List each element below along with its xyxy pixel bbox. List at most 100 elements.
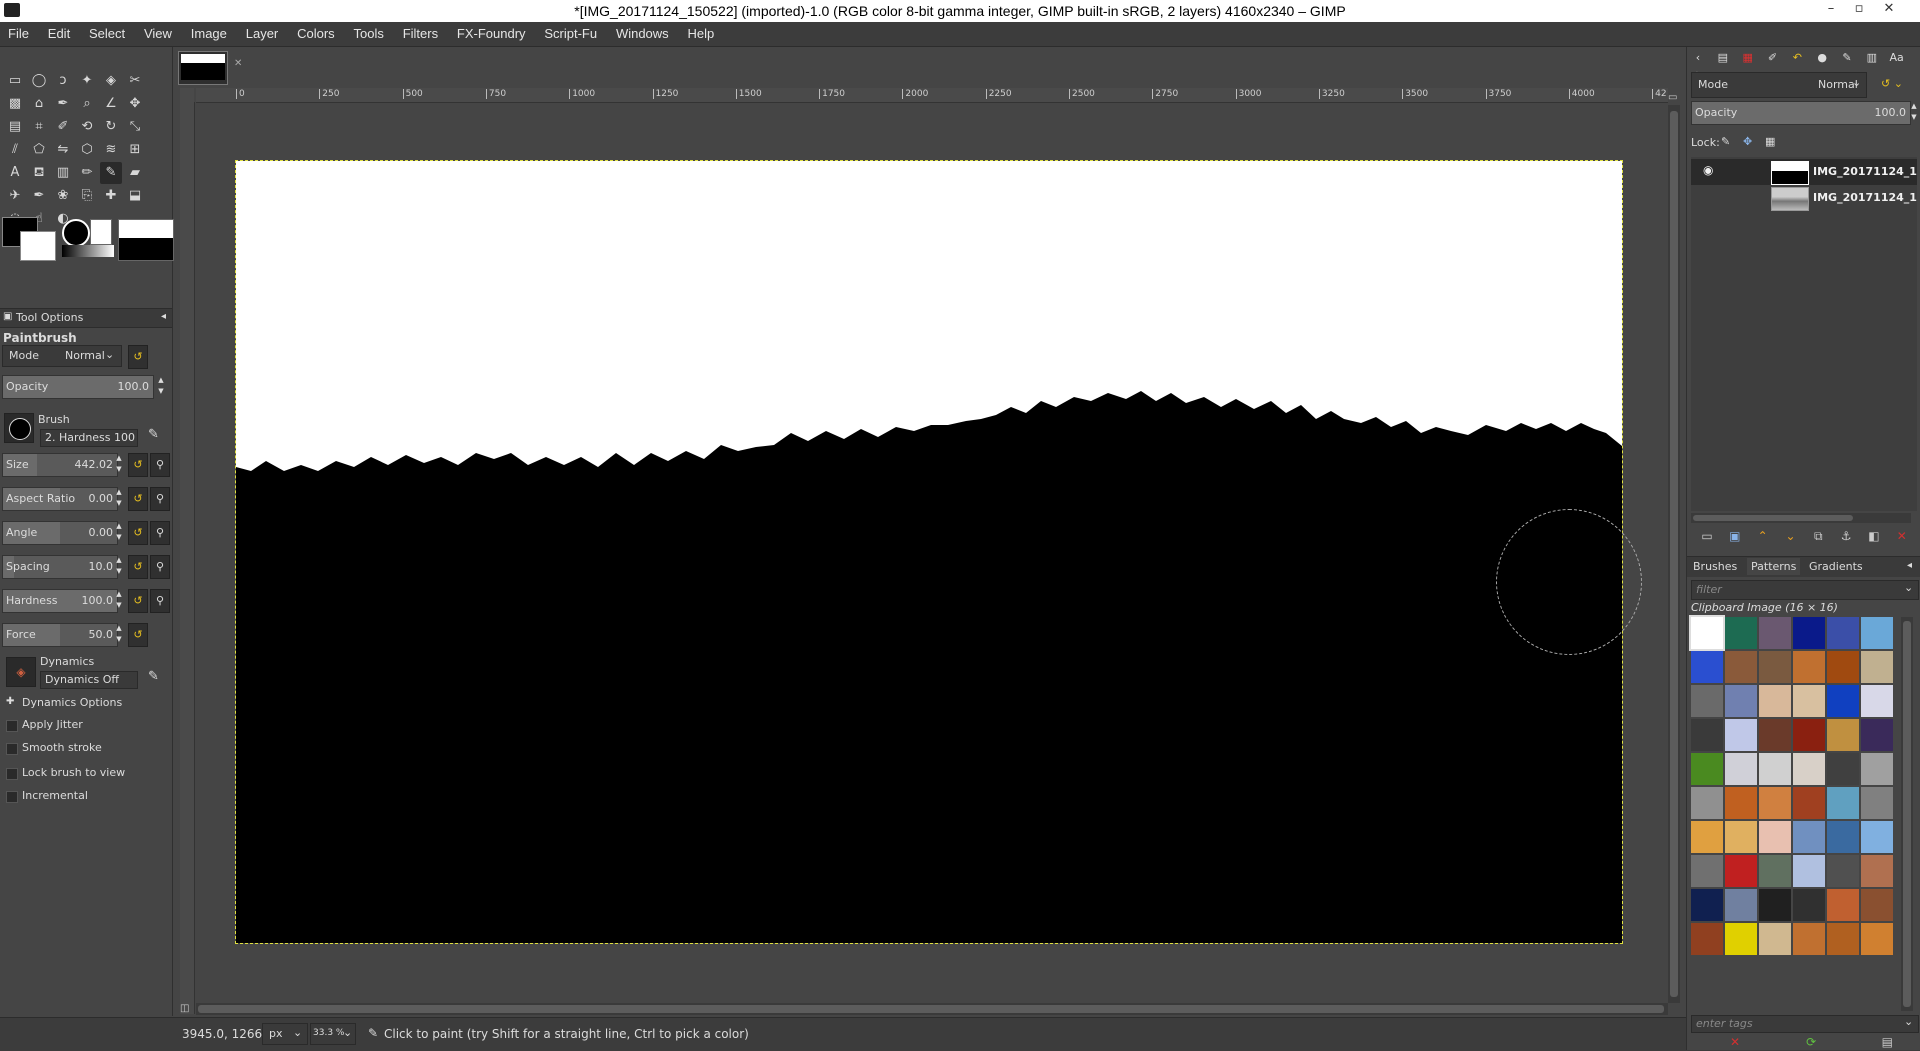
rotate-icon[interactable]: ↻ [100,116,122,138]
pattern-swatch[interactable] [1827,821,1859,853]
layer-name[interactable]: IMG_20171124_150 [1813,165,1917,178]
pattern-swatch[interactable] [1827,923,1859,955]
pattern-swatch[interactable] [1793,923,1825,955]
pattern-swatch[interactable] [1827,651,1859,683]
menu-select[interactable]: Select [81,22,132,41]
size-spinner[interactable]: ▲ ▼ [114,453,124,475]
pattern-swatch[interactable] [1793,787,1825,819]
pattern-swatch[interactable] [1691,719,1723,751]
align-icon[interactable]: ▤ [4,116,26,138]
lock-alpha-icon[interactable]: ▦ [1765,135,1775,148]
text-icon[interactable]: A [4,162,26,184]
hardness-spinner[interactable]: ▲ ▼ [114,589,124,611]
zoom-lock-icon[interactable]: ▭ [1668,92,1677,103]
channels-tab-icon[interactable]: ▦ [1739,50,1757,66]
menu-fx-foundry[interactable]: FX-Foundry [449,22,533,41]
pattern-swatch[interactable] [1827,787,1859,819]
pattern-swatch[interactable] [1725,855,1757,887]
pattern-swatch[interactable] [1725,889,1757,921]
pattern-swatch[interactable] [1861,651,1893,683]
layer-list-scrollbar[interactable] [1691,513,1911,523]
reset-spacing-icon[interactable]: ↺ [128,555,148,579]
pattern-swatch[interactable] [1827,855,1859,887]
pattern-swatch[interactable] [1861,753,1893,785]
pattern-swatch[interactable] [1759,617,1791,649]
mypaint-icon[interactable]: ❀ [52,185,74,207]
angle-slider[interactable]: Angle 0.00 [2,521,118,545]
force-spinner[interactable]: ▲ ▼ [114,623,124,645]
tab-brushes[interactable]: Brushes [1693,560,1737,573]
pattern-swatch[interactable] [1691,889,1723,921]
pattern-swatch[interactable] [1691,787,1723,819]
pattern-swatch[interactable] [1725,821,1757,853]
reset-size-icon[interactable]: ↺ [128,453,148,477]
move-icon[interactable]: ✥ [124,93,146,115]
menu-colors[interactable]: Colors [289,22,342,41]
eye-icon[interactable]: ◉ [1703,163,1713,177]
reset-aspect-icon[interactable]: ↺ [128,487,148,511]
pattern-swatch[interactable] [1861,923,1893,955]
edit-dynamics-icon[interactable]: ✎ [148,669,159,684]
brushes-tab-icon[interactable]: ● [1813,50,1831,66]
pattern-swatch[interactable] [1861,787,1893,819]
pattern-swatch[interactable] [1691,685,1723,717]
pattern-swatch[interactable] [1861,821,1893,853]
color-select-icon[interactable]: ◈ [100,70,122,92]
reset-force-icon[interactable]: ↺ [128,623,148,647]
pattern-swatch[interactable] [1827,617,1859,649]
incremental-checkbox[interactable] [6,791,18,803]
lock-position-icon[interactable]: ✥ [1743,135,1752,148]
quick-mask-icon[interactable]: ◫ [180,1003,189,1014]
pattern-swatch[interactable] [1861,855,1893,887]
new-layer-group-icon[interactable]: ▣ [1723,529,1747,543]
link-spacing-icon[interactable]: ⚲ [150,555,170,579]
tab-patterns[interactable]: Patterns [1747,558,1801,575]
layer-row[interactable]: IMG_20171124_150 [1691,185,1917,211]
tab-gradients[interactable]: Gradients [1809,560,1863,573]
menu-filters[interactable]: Filters [395,22,445,41]
minimize-button[interactable]: – [1818,1,1844,21]
layers-tab-icon[interactable]: ▤ [1714,50,1732,66]
pattern-swatch[interactable] [1827,753,1859,785]
crop-icon[interactable]: ⌗ [28,116,50,138]
image-tab-thumbnail[interactable] [178,51,228,85]
pattern-swatch[interactable] [1861,889,1893,921]
menu-edit[interactable]: Edit [40,22,77,41]
panel-menu-icon[interactable]: ◂ [1907,560,1912,571]
lower-layer-icon[interactable]: ⌄ [1778,529,1802,543]
paths-tab-icon[interactable]: ✐ [1763,50,1781,66]
delete-pattern-icon[interactable]: ✕ [1723,1035,1747,1049]
active-brush-preview[interactable] [62,219,90,247]
clone-icon[interactable]: ⎘ [76,185,98,207]
pattern-swatch[interactable] [1861,719,1893,751]
pattern-swatch[interactable] [1793,889,1825,921]
brush-select-button[interactable] [4,413,34,443]
pattern-swatch[interactable] [1827,685,1859,717]
active-gradient-preview[interactable] [62,245,114,257]
pattern-swatch[interactable] [1793,651,1825,683]
menu-file[interactable]: File [0,22,36,41]
measure-icon[interactable]: ∠ [100,93,122,115]
delete-layer-icon[interactable]: ✕ [1890,529,1914,543]
refresh-patterns-icon[interactable]: ⟳ [1799,1035,1823,1049]
flip-icon[interactable]: ⇋ [52,139,74,161]
tool-presets-tab-icon[interactable]: ✎ [1838,50,1856,66]
reset-hardness-icon[interactable]: ↺ [128,589,148,613]
fuzzy-select-icon[interactable]: ✦ [76,70,98,92]
opacity-slider[interactable]: Opacity 100.0 [2,375,154,399]
pattern-swatch[interactable] [1725,685,1757,717]
bucket-icon[interactable]: ⌂ [28,93,50,115]
pattern-swatch[interactable] [1793,855,1825,887]
unit-select[interactable]: px ⌄ [262,1023,308,1045]
blend-icon[interactable]: ▥ [52,162,74,184]
pattern-swatch[interactable] [1759,821,1791,853]
color-picker-icon[interactable]: ✒ [52,93,74,115]
pattern-swatch[interactable] [1793,753,1825,785]
lock-pixels-icon[interactable]: ✎ [1721,135,1730,148]
pattern-swatch[interactable] [1793,685,1825,717]
pattern-swatch[interactable] [1759,855,1791,887]
force-slider[interactable]: Force 50.0 [2,623,118,647]
close-image-icon[interactable]: ✕ [234,58,242,69]
opacity-spinner[interactable]: ▲ ▼ [156,375,166,397]
menu-windows[interactable]: Windows [608,22,676,41]
